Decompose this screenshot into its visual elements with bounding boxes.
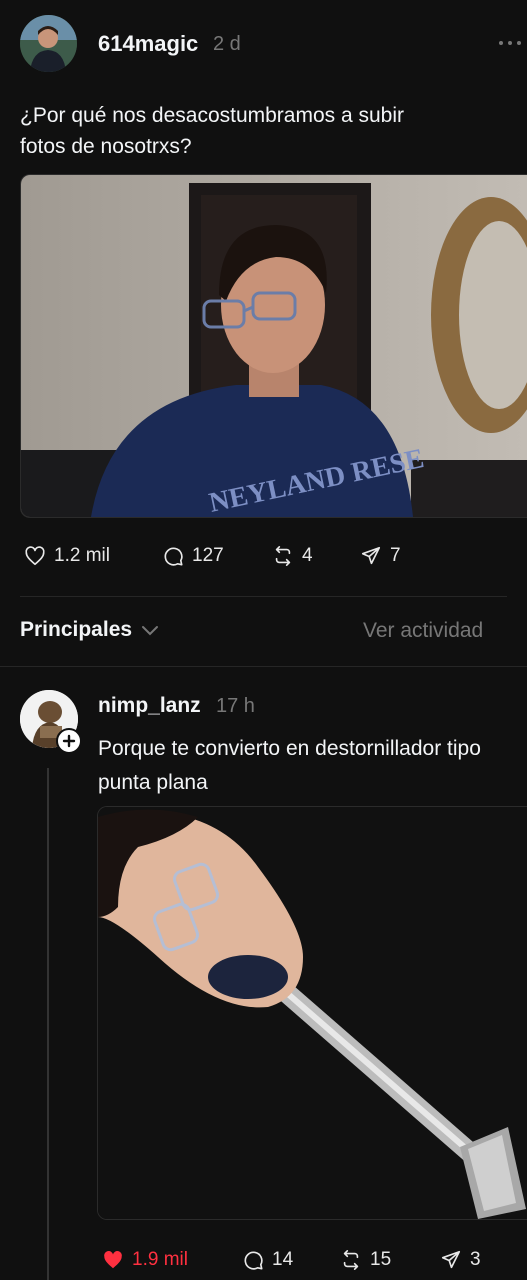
- reply-time: 17 h: [216, 695, 255, 717]
- post-text-line: ¿Por qué nos desacostumbramos a subir: [20, 104, 405, 127]
- comment-count: 127: [192, 545, 224, 566]
- reply-text: Porque te convierto en destornillador ti…: [98, 732, 498, 800]
- reply-photo[interactable]: [97, 806, 527, 1220]
- follow-plus-icon[interactable]: [56, 728, 82, 754]
- repost-count: 4: [302, 545, 313, 566]
- reply-comment-button[interactable]: 14: [242, 1249, 293, 1271]
- reply-share-count: 3: [470, 1249, 481, 1270]
- divider: [0, 666, 527, 667]
- repost-button[interactable]: 4: [272, 545, 313, 567]
- reply-photo-image: [98, 807, 527, 1219]
- reply-like-count: 1.9 mil: [132, 1249, 188, 1270]
- section-title: Principales: [20, 618, 133, 641]
- post-photo[interactable]: NEYLAND RESE: [20, 174, 527, 518]
- share-icon: [361, 546, 381, 565]
- reply-comment-count: 14: [272, 1249, 294, 1270]
- share-count: 7: [390, 545, 401, 566]
- like-count: 1.2 mil: [54, 545, 110, 566]
- activity-link[interactable]: Ver actividad: [363, 619, 483, 643]
- heart-icon: [104, 1251, 122, 1269]
- reply-repost-button[interactable]: 15: [340, 1249, 391, 1271]
- comment-button[interactable]: 127: [162, 545, 224, 567]
- heart-icon: [25, 546, 45, 566]
- post-text-line: fotos de nosotrxs?: [20, 135, 192, 158]
- post-text: ¿Por qué nos desacostumbramos a subir fo…: [20, 100, 510, 162]
- sort-selector[interactable]: Principales: [20, 618, 160, 642]
- post-time: 2 d: [213, 33, 241, 55]
- share-button[interactable]: 7: [360, 545, 401, 567]
- reply-text-line: Porque te convierto en destornillador ti…: [98, 737, 481, 760]
- divider: [20, 596, 507, 597]
- repost-icon: [275, 546, 291, 566]
- post-photo-image: NEYLAND RESE: [21, 175, 527, 517]
- comment-icon: [164, 547, 183, 566]
- reply-like-button[interactable]: 1.9 mil: [102, 1249, 188, 1271]
- post-author-avatar[interactable]: [20, 15, 77, 72]
- reply-share-button[interactable]: 3: [440, 1249, 481, 1271]
- avatar-image: [20, 15, 77, 72]
- more-icon[interactable]: [498, 36, 524, 48]
- reply-text-line: punta plana: [98, 771, 208, 794]
- chevron-down-icon: [142, 626, 159, 636]
- comment-icon: [244, 1251, 263, 1270]
- like-button[interactable]: 1.2 mil: [24, 545, 110, 567]
- thread-line: [47, 768, 49, 1280]
- reply-author-name[interactable]: nimp_lanz: [98, 694, 201, 718]
- share-icon: [441, 1250, 461, 1269]
- post-author-name[interactable]: 614magic: [98, 31, 198, 57]
- repost-icon: [343, 1250, 359, 1270]
- reply-repost-count: 15: [370, 1249, 392, 1270]
